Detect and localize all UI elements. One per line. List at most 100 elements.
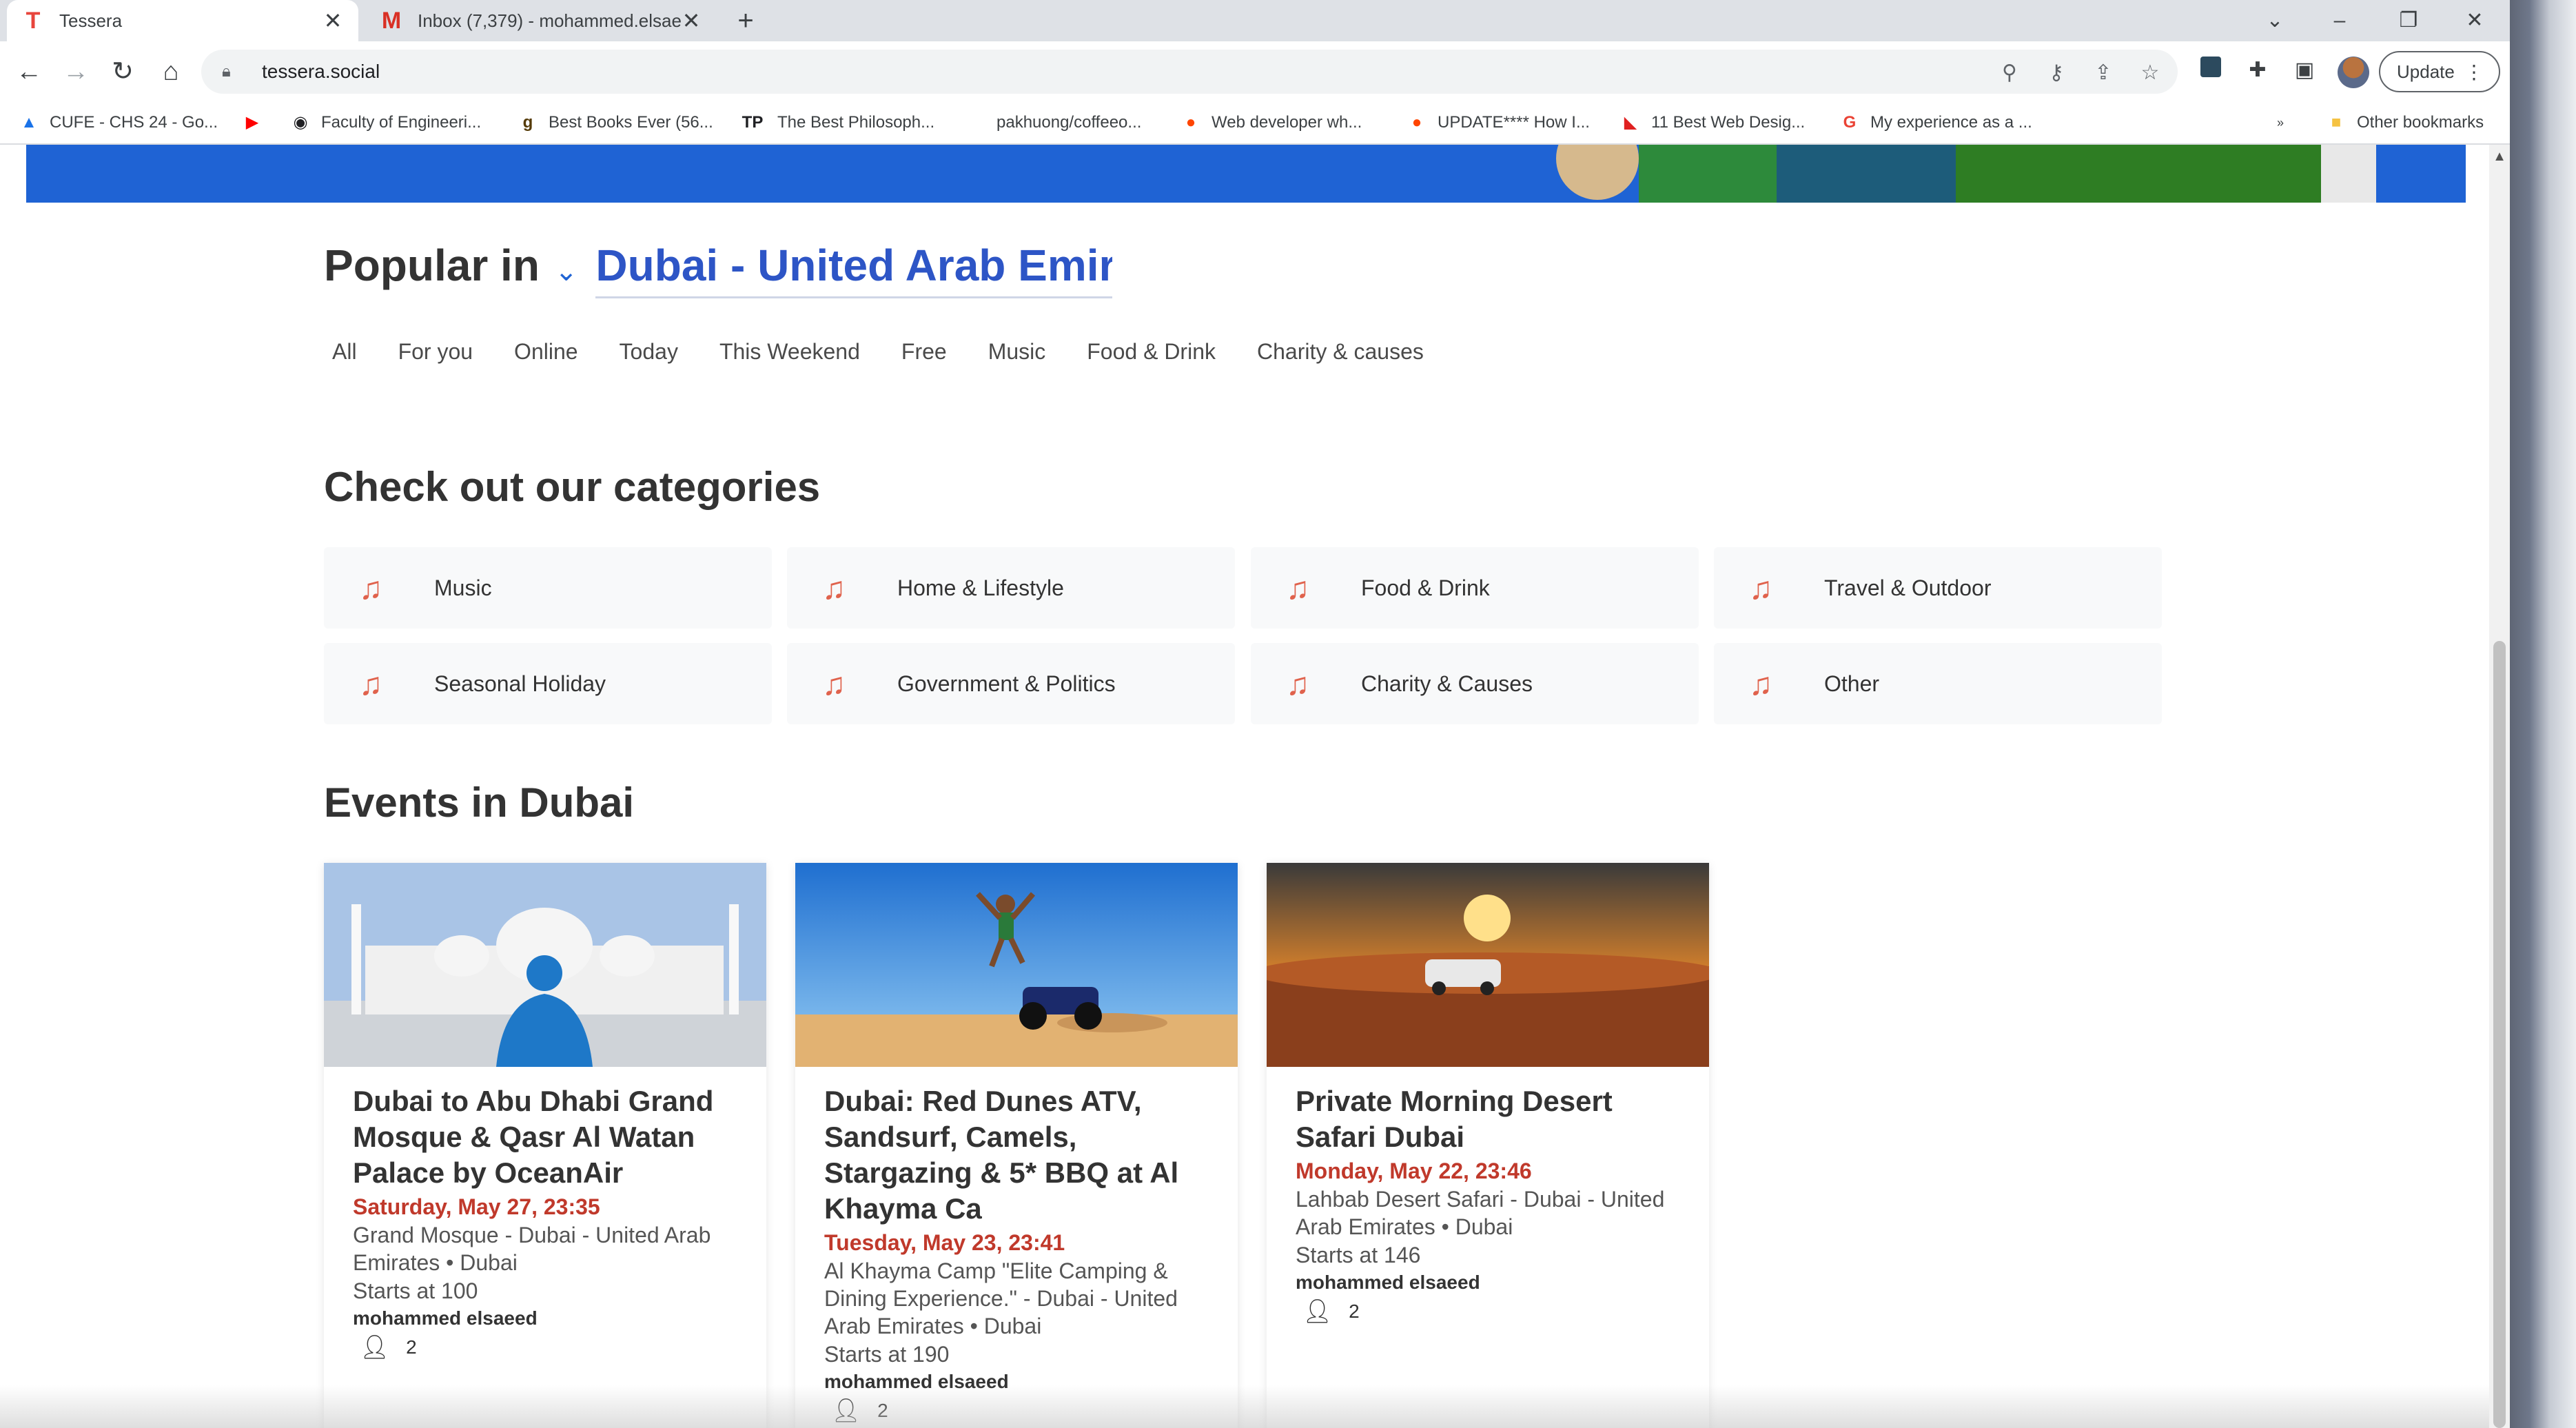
- star-icon[interactable]: ☆: [2136, 59, 2164, 87]
- category-food-drink[interactable]: ♫ Food & Drink: [1251, 547, 1699, 629]
- event-image-desert[interactable]: [1267, 863, 1709, 1067]
- scroll-up-icon[interactable]: ▲: [2489, 149, 2510, 165]
- music-note-icon: ♫: [1285, 666, 1310, 702]
- filter-all[interactable]: All: [332, 339, 357, 365]
- music-note-icon: ♫: [1748, 666, 1773, 702]
- menu-icon[interactable]: ⋮: [2464, 61, 2484, 83]
- share-icon[interactable]: ⇪: [2089, 59, 2117, 87]
- avatar[interactable]: [2338, 57, 2369, 88]
- location-icon[interactable]: ⚲: [1996, 59, 2023, 87]
- filter-charity[interactable]: Charity & causes: [1257, 339, 1424, 365]
- more-bookmarks-icon[interactable]: »: [2277, 109, 2284, 136]
- tab-title: Tessera: [59, 10, 123, 31]
- filter-online[interactable]: Online: [514, 339, 578, 365]
- category-music[interactable]: ♫ Music: [324, 547, 772, 629]
- category-seasonal-holiday[interactable]: ♫ Seasonal Holiday: [324, 643, 772, 724]
- tab-gmail[interactable]: M Inbox (7,379) - mohammed.elsae ✕: [365, 0, 717, 41]
- key-icon[interactable]: ⚷: [2043, 59, 2070, 87]
- extension-icon[interactable]: [2197, 57, 2225, 84]
- scrollbar-thumb[interactable]: [2493, 641, 2506, 1428]
- youtube-icon: ▶: [245, 113, 259, 132]
- category-charity-causes[interactable]: ♫ Charity & Causes: [1251, 643, 1699, 724]
- address-bar[interactable]: 🔒︎ tessera.social ⚲ ⚷ ⇪ ☆: [201, 50, 2178, 94]
- category-home-lifestyle[interactable]: ♫ Home & Lifestyle: [787, 547, 1235, 629]
- filter-food-drink[interactable]: Food & Drink: [1087, 339, 1216, 365]
- puzzle-icon[interactable]: ✚: [2244, 57, 2271, 84]
- category-label: Travel & Outdoor: [1824, 575, 1992, 600]
- new-tab-button[interactable]: +: [730, 6, 761, 36]
- filter-tabs: All For you Online Today This Weekend Fr…: [332, 339, 1465, 365]
- category-other[interactable]: ♫ Other: [1714, 643, 2162, 724]
- restore-button[interactable]: ❐: [2384, 6, 2433, 36]
- filter-music[interactable]: Music: [988, 339, 1046, 365]
- bookmark-item[interactable]: ● UPDATE**** How I...: [1406, 109, 1590, 136]
- event-price: Starts at 100: [353, 1278, 478, 1303]
- update-button[interactable]: Update ⋮: [2379, 51, 2500, 92]
- bookmark-item[interactable]: ◉ Faculty of Engineeri...: [289, 109, 482, 136]
- reddit-icon: ●: [1185, 113, 1196, 132]
- close-window-button[interactable]: ✕: [2451, 6, 2499, 36]
- tab-title: Inbox (7,379) - mohammed.elsae: [418, 10, 681, 31]
- github-icon: ◉: [293, 113, 308, 132]
- close-icon[interactable]: ✕: [681, 8, 702, 34]
- home-icon[interactable]: ⌂: [153, 54, 189, 90]
- category-label: Home & Lifestyle: [897, 575, 1064, 600]
- other-bookmarks[interactable]: ■ Other bookmarks: [2325, 109, 2484, 136]
- close-icon[interactable]: ✕: [323, 8, 343, 34]
- tessera-icon: T: [25, 7, 41, 34]
- reload-icon[interactable]: ↻: [105, 54, 141, 90]
- event-title[interactable]: Dubai to Abu Dhabi Grand Mosque & Qasr A…: [353, 1083, 746, 1191]
- music-note-icon: ♫: [1748, 570, 1773, 606]
- event-card[interactable]: Dubai to Abu Dhabi Grand Mosque & Qasr A…: [324, 863, 766, 1428]
- filter-free[interactable]: Free: [901, 339, 947, 365]
- bookmark-item[interactable]: ▲ CUFE - CHS 24 - Go...: [18, 109, 218, 136]
- bookmark-label: Web developer wh...: [1212, 113, 1362, 132]
- gmail-icon: M: [381, 7, 402, 34]
- tp-icon: TP: [742, 113, 764, 132]
- page-scrollbar[interactable]: ▲: [2489, 145, 2510, 1428]
- filter-for-you[interactable]: For you: [398, 339, 473, 365]
- bookmark-item[interactable]: ◣ 11 Best Web Desig...: [1619, 109, 1805, 136]
- chevron-down-icon[interactable]: ⌄: [555, 256, 578, 287]
- side-panel-icon[interactable]: ▣: [2291, 57, 2318, 84]
- bookmark-item[interactable]: pakhuong/coffeeo...: [996, 109, 1141, 136]
- category-government-politics[interactable]: ♫ Government & Politics: [787, 643, 1235, 724]
- bookmark-item[interactable]: G My experience as a ...: [1839, 109, 2032, 136]
- categories-title: Check out our categories: [324, 464, 821, 510]
- filter-today[interactable]: Today: [620, 339, 678, 365]
- category-label: Other: [1824, 671, 1880, 696]
- person-icon: 👤︎: [360, 1334, 390, 1360]
- goodreads-icon: g: [522, 113, 533, 132]
- bookmark-item[interactable]: g Best Books Ever (56...: [517, 109, 713, 136]
- filter-this-weekend[interactable]: This Weekend: [719, 339, 860, 365]
- attendee-count: 2: [406, 1336, 417, 1358]
- event-image-atv[interactable]: [795, 863, 1238, 1067]
- reddit-icon: ●: [1411, 113, 1422, 132]
- bookmarks-bar: ▲ CUFE - CHS 24 - Go... ▶ ◉ Faculty of Eng…: [0, 102, 2510, 145]
- back-icon[interactable]: ←: [11, 54, 47, 90]
- event-card[interactable]: Dubai: Red Dunes ATV, Sandsurf, Camels, …: [795, 863, 1238, 1428]
- forward-icon[interactable]: →: [58, 54, 94, 90]
- event-organizer: mohammed elsaeed: [353, 1307, 538, 1329]
- category-travel-outdoor[interactable]: ♫ Travel & Outdoor: [1714, 547, 2162, 629]
- category-label: Seasonal Holiday: [434, 671, 606, 696]
- minimize-button[interactable]: –: [2316, 6, 2364, 36]
- bookmark-item[interactable]: ▶: [241, 109, 273, 136]
- folder-icon: ■: [2331, 113, 2342, 132]
- event-image-mosque[interactable]: [324, 863, 766, 1067]
- person-icon: 👤︎: [1302, 1298, 1333, 1325]
- event-attendees: 👤︎ 2: [1296, 1296, 1688, 1327]
- event-card[interactable]: Private Morning Desert Safari Dubai Mond…: [1267, 863, 1709, 1428]
- tab-tessera[interactable]: T Tessera ✕: [7, 0, 358, 41]
- events-title: Events in Dubai: [324, 779, 635, 826]
- url-text[interactable]: tessera.social: [262, 61, 380, 83]
- music-note-icon: ♫: [358, 666, 383, 702]
- tab-search-icon[interactable]: ⌄: [2251, 6, 2299, 36]
- bookmark-item[interactable]: ● Web developer wh...: [1180, 109, 1362, 136]
- event-title[interactable]: Dubai: Red Dunes ATV, Sandsurf, Camels, …: [824, 1083, 1217, 1227]
- city-input[interactable]: Dubai - United Arab Emirates: [595, 240, 1113, 298]
- event-title[interactable]: Private Morning Desert Safari Dubai: [1296, 1083, 1688, 1155]
- browser-toolbar: ← → ↻ ⌂ 🔒︎ tessera.social ⚲ ⚷ ⇪ ☆ ✚ ▣ Up…: [0, 41, 2510, 102]
- category-label: Music: [434, 575, 492, 600]
- bookmark-item[interactable]: TP The Best Philosoph...: [737, 109, 934, 136]
